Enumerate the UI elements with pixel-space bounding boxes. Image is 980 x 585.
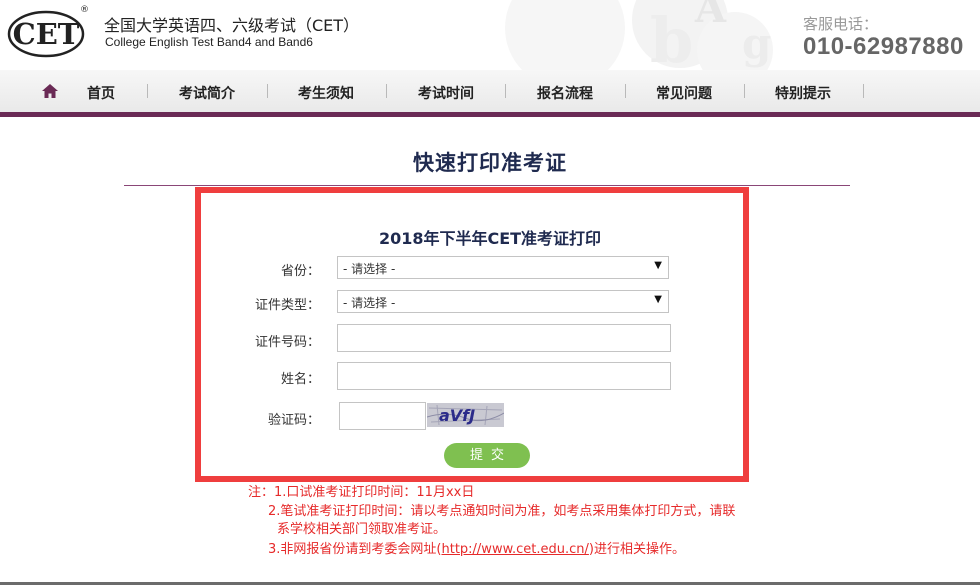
nav-divider: [863, 84, 864, 98]
nav-divider: [147, 84, 148, 98]
title-divider: [124, 185, 850, 186]
cet-logo[interactable]: CET: [6, 9, 86, 59]
hotline-label: 客服电话：: [803, 15, 879, 33]
captcha-image[interactable]: aVfJ: [427, 403, 504, 427]
nav-divider: [505, 84, 506, 98]
note-line-3: 系学校相关部门领取准考证。: [277, 522, 447, 537]
nav-item-exam-intro[interactable]: 考试简介: [179, 83, 235, 103]
site-title: 全国大学英语四、六级考试（CET）: [104, 16, 360, 35]
id-number-input[interactable]: [337, 324, 671, 352]
captcha-input[interactable]: [339, 402, 426, 430]
header-decoration: b A g: [505, 0, 773, 70]
nav-item-home[interactable]: 首页: [87, 83, 115, 103]
id-number-label: 证件号码：: [254, 335, 320, 350]
province-select-value: - 请选择 -: [343, 262, 396, 276]
dropdown-arrow-icon: ▼: [654, 294, 662, 305]
nav-divider: [625, 84, 626, 98]
note-line-1: 注：1.口试准考证打印时间：11月xx日: [248, 485, 475, 500]
registered-mark: ®: [80, 5, 89, 15]
name-label: 姓名：: [280, 372, 320, 387]
nav-divider: [267, 84, 268, 98]
note-line-4: 3.非网报省份请到考委会网址(http://www.cet.edu.cn/)进行…: [268, 538, 685, 557]
id-type-select[interactable]: - 请选择 - ▼: [337, 290, 669, 313]
hotline-number: 010-62987880: [803, 33, 964, 60]
nav-item-faq[interactable]: 常见问题: [656, 83, 712, 103]
logo-text: CET: [13, 17, 80, 51]
captcha-label: 验证码：: [267, 413, 320, 428]
note-line-4-suffix: )进行相关操作。: [588, 542, 685, 557]
deco-letter-b: b: [650, 4, 693, 70]
captcha-text: aVfJ: [439, 406, 475, 425]
nav-divider: [386, 84, 387, 98]
nav-item-exam-time[interactable]: 考试时间: [418, 83, 474, 103]
name-input[interactable]: [337, 362, 671, 390]
cet-website-link[interactable]: http://www.cet.edu.cn/: [441, 542, 588, 557]
province-select[interactable]: - 请选择 - ▼: [337, 256, 669, 279]
dropdown-arrow-icon: ▼: [654, 260, 662, 271]
deco-letter-g: g: [742, 19, 771, 68]
site-subtitle: College English Test Band4 and Band6: [105, 35, 313, 49]
nav-divider: [744, 84, 745, 98]
note-line-4-prefix: 3.非网报省份请到考委会网址(: [268, 542, 442, 557]
form-title: 2018年下半年CET准考证打印: [378, 229, 602, 248]
id-type-label: 证件类型：: [254, 298, 320, 313]
nav-underline: [0, 112, 980, 117]
nav-item-registration-process[interactable]: 报名流程: [537, 83, 593, 103]
page-title: 快速打印准考证: [413, 151, 567, 175]
note-line-2: 2.笔试准考证打印时间：请以考点通知时间为准，如考点采用集体打印方式，请联: [268, 504, 736, 519]
id-type-select-value: - 请选择 -: [343, 296, 396, 310]
submit-button[interactable]: 提交: [444, 443, 530, 468]
site-header: b A g CET ® 全国大学英语四、六级考试（CET） College En…: [0, 0, 980, 70]
nav-item-special-notice[interactable]: 特别提示: [775, 83, 831, 103]
province-label: 省份：: [280, 264, 320, 279]
nav-item-candidate-notice[interactable]: 考生须知: [298, 83, 354, 103]
deco-letter-a: A: [694, 0, 727, 32]
home-icon[interactable]: [41, 83, 59, 99]
